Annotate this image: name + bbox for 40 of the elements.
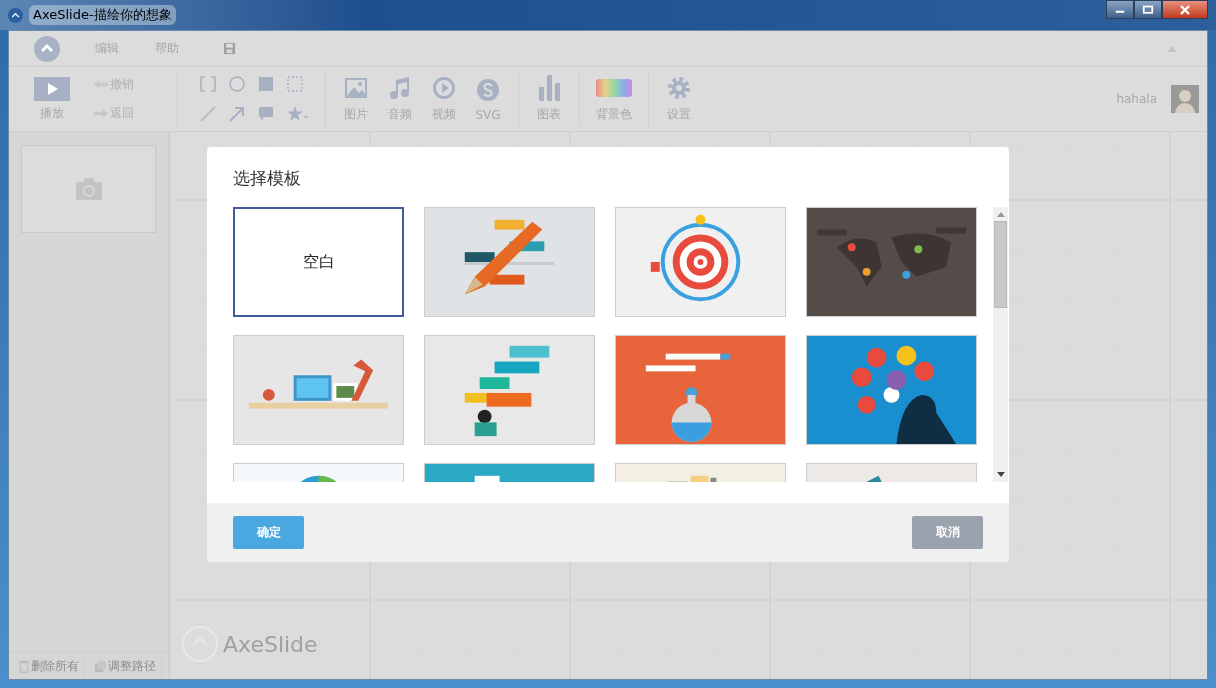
- cancel-button[interactable]: 取消: [912, 516, 983, 549]
- close-icon: [1177, 3, 1193, 16]
- scroll-down-icon[interactable]: [996, 472, 1005, 477]
- template-tile[interactable]: 空白: [233, 207, 404, 317]
- play-icon: [34, 76, 70, 101]
- dashed-rectangle-icon[interactable]: [287, 76, 303, 92]
- avatar-icon[interactable]: [1171, 85, 1199, 113]
- minimize-button[interactable]: [1106, 0, 1134, 19]
- scroll-up-icon[interactable]: [996, 212, 1005, 217]
- copy-icon: [95, 660, 106, 672]
- s-circle-icon: [476, 76, 500, 103]
- maximize-icon: [1141, 4, 1155, 15]
- delete-all-button[interactable]: 删除所有: [9, 653, 85, 679]
- slide-thumbnail[interactable]: [21, 145, 156, 233]
- axe-logo-icon[interactable]: [34, 35, 60, 62]
- speech-bubble-icon[interactable]: [258, 106, 274, 122]
- square-icon[interactable]: [258, 76, 274, 92]
- scrollbar[interactable]: [993, 207, 1008, 482]
- line-icon[interactable]: [200, 106, 216, 122]
- music-note-icon: [388, 75, 412, 101]
- confirm-button[interactable]: 确定: [233, 516, 304, 549]
- window-title: AxeSlide-描绘你的想象: [29, 5, 176, 25]
- image-icon: [344, 75, 368, 101]
- arrow-icon[interactable]: [229, 106, 245, 122]
- bar-chart-icon: [537, 75, 561, 101]
- gear-icon: [667, 75, 691, 101]
- collapse-icon[interactable]: [1167, 45, 1177, 52]
- play-circle-icon: [432, 75, 456, 101]
- save-icon[interactable]: [223, 42, 236, 55]
- camera-icon: [73, 177, 104, 201]
- dialog-title: 选择模板: [232, 167, 302, 190]
- app-logo-icon: [8, 7, 23, 23]
- circle-icon[interactable]: [229, 76, 245, 92]
- canvas-logo-text: AxeSlide: [223, 631, 318, 657]
- close-button[interactable]: [1162, 0, 1208, 19]
- star-icon[interactable]: [287, 106, 309, 122]
- maximize-button[interactable]: [1134, 0, 1162, 19]
- trash-icon: [19, 659, 29, 673]
- bracket-frame-icon[interactable]: [200, 76, 216, 92]
- adjust-path-button[interactable]: 调整路径: [85, 653, 162, 679]
